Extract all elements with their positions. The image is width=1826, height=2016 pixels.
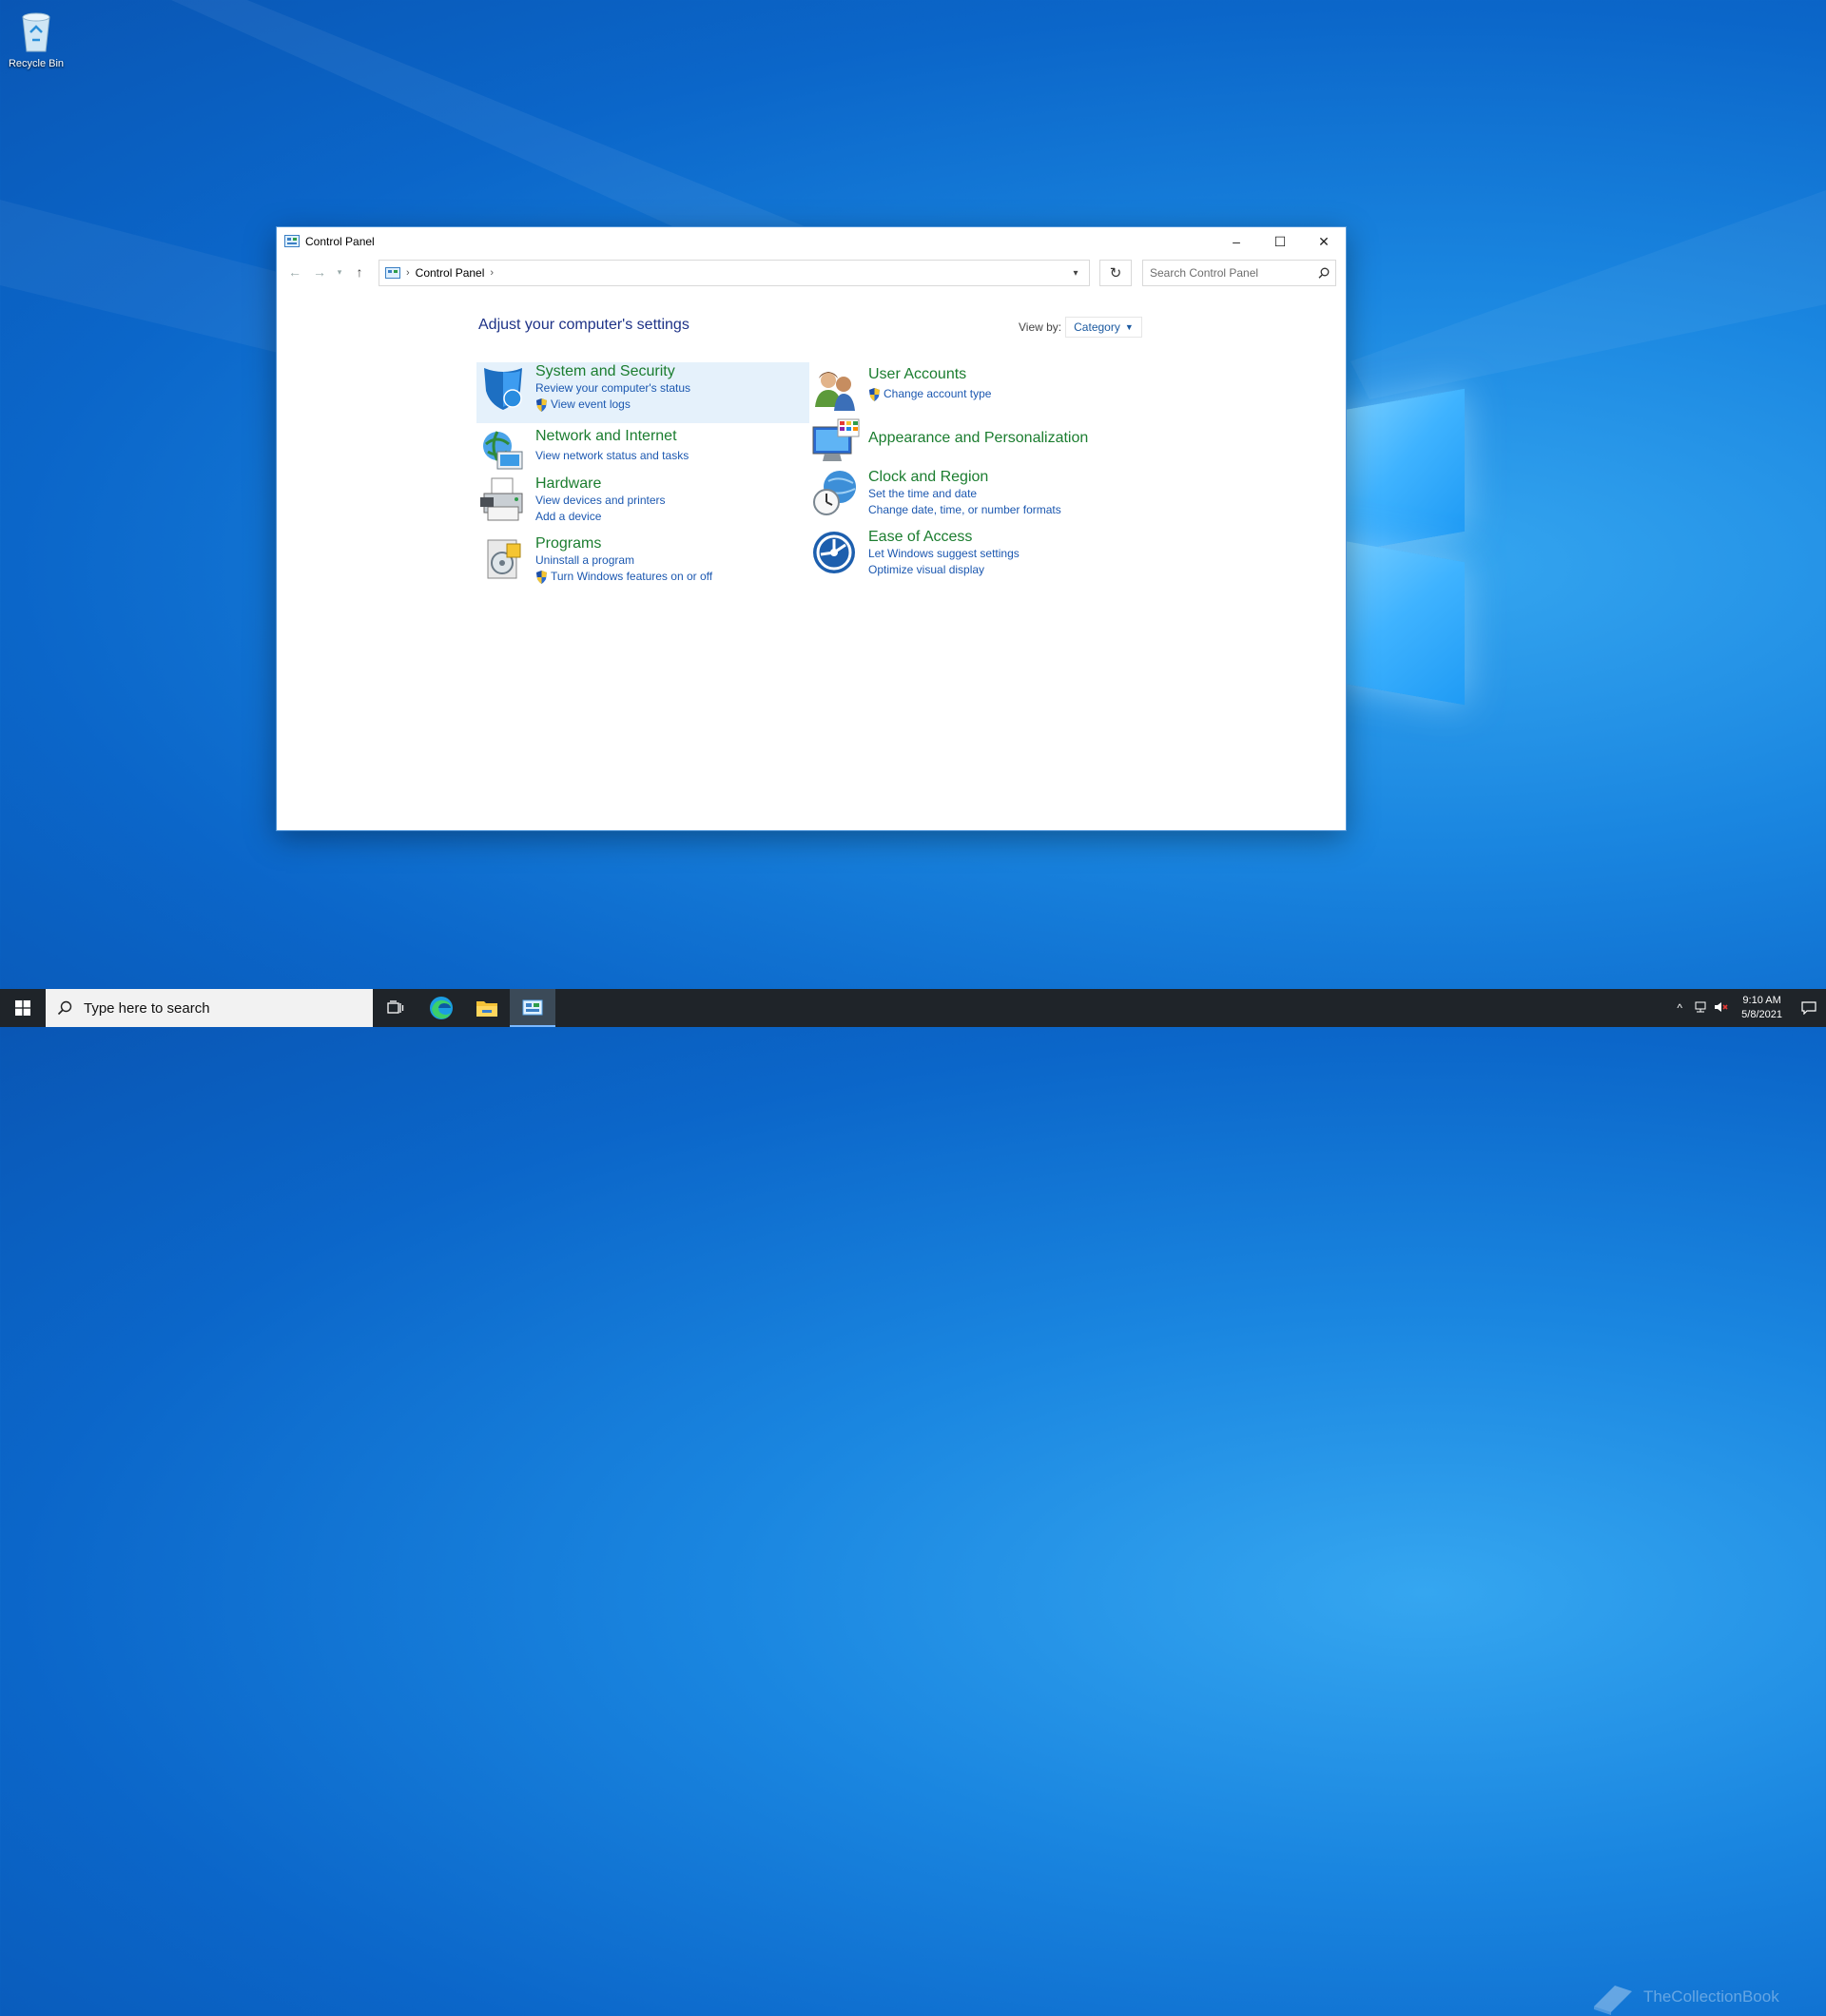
start-button[interactable] [0,989,46,1027]
clock-date: 5/8/2021 [1741,1009,1782,1020]
taskbar-search-box[interactable]: Type here to search [46,989,373,1027]
shield-icon[interactable] [478,362,528,412]
search-icon [46,1000,84,1016]
recycle-bin[interactable]: Recycle Bin [4,8,68,69]
notifications-icon[interactable] [1792,1001,1826,1015]
category-user-accounts: User Accounts Change account type [811,365,991,415]
category-appearance-and-personalization: Appearance and Personalization [811,417,1088,467]
clock-globe-icon[interactable] [811,468,861,517]
up-arrow-icon[interactable]: ↑ [347,260,372,284]
search-input[interactable]: Search Control Panel [1142,260,1336,286]
task-view-icon[interactable] [373,989,418,1027]
refresh-icon[interactable]: ↻ [1099,260,1132,286]
close-button[interactable]: ✕ [1302,227,1346,256]
globe-network-icon[interactable] [478,427,528,476]
monitor-palette-icon[interactable] [811,417,861,467]
clock[interactable]: 9:10 AM 5/8/2021 [1741,994,1782,1022]
navigation-bar: ← → ▾ ↑ › Control Panel › ▾ ↻ Search Con… [277,256,1346,288]
page-title: Adjust your computer's settings [478,317,690,333]
category-ease-of-access: Ease of Access Let Windows suggest setti… [811,528,1020,578]
uac-shield-icon [869,387,880,401]
category-title[interactable]: User Accounts [868,365,991,383]
programs-icon[interactable] [478,534,528,584]
view-by-dropdown[interactable]: Category ▼ [1065,317,1142,338]
recent-locations-chevron-icon[interactable]: ▾ [332,260,347,284]
system-tray: ^ 9:10 AM 5/8/2021 [1669,989,1826,1027]
minimize-button[interactable]: – [1214,227,1258,256]
category-clock-and-region: Clock and Region Set the time and date C… [811,468,1061,518]
link-view-network-status[interactable]: View network status and tasks [535,448,689,464]
link-view-devices[interactable]: View devices and printers [535,493,666,509]
category-title[interactable]: Hardware [535,475,666,493]
link-view-event-logs[interactable]: View event logs [535,397,690,413]
control-panel-icon [385,267,400,279]
chevron-down-icon: ▼ [1124,322,1134,332]
link-change-account-type[interactable]: Change account type [868,386,991,402]
breadcrumb-control-panel[interactable]: Control Panel [416,266,485,280]
edge-browser-icon[interactable] [418,989,464,1027]
users-icon[interactable] [811,365,861,415]
category-title[interactable]: Clock and Region [868,468,1061,486]
category-network-and-internet: Network and Internet View network status… [478,427,689,476]
title-bar[interactable]: Control Panel – ☐ ✕ [277,227,1346,256]
link-windows-suggest[interactable]: Let Windows suggest settings [868,546,1020,562]
volume-muted-icon[interactable] [1711,1000,1732,1017]
watermark: TheCollectionBook [1588,1978,1779,2016]
book-icon [1594,1986,1632,2015]
forward-arrow-icon[interactable]: → [307,260,332,284]
address-dropdown-icon[interactable]: ▾ [1062,261,1089,285]
ease-of-access-icon[interactable] [811,528,861,577]
control-panel-taskbar-icon[interactable] [510,989,555,1027]
category-title[interactable]: System and Security [535,362,690,380]
uac-shield-icon [536,397,547,412]
category-title[interactable]: Ease of Access [868,528,1020,546]
category-title[interactable]: Appearance and Personalization [868,429,1088,447]
address-bar[interactable]: › Control Panel › ▾ [379,260,1090,286]
network-icon[interactable] [1690,1000,1711,1017]
link-add-device[interactable]: Add a device [535,509,666,525]
control-panel-icon [284,235,300,247]
search-icon[interactable] [1312,267,1335,279]
recycle-bin-icon [22,12,50,52]
printer-icon[interactable] [478,475,528,524]
recycle-bin-label: Recycle Bin [8,58,65,69]
uac-shield-icon [536,570,547,584]
breadcrumb-chevron-icon[interactable]: › [406,267,410,279]
view-by-label: View by: [1019,320,1062,334]
windows-start-icon [15,1000,30,1016]
clock-time: 9:10 AM [1742,995,1781,1006]
back-arrow-icon[interactable]: ← [282,260,307,284]
category-system-and-security: System and Security Review your computer… [478,362,690,413]
category-title[interactable]: Programs [535,534,712,552]
show-hidden-icons-chevron-icon[interactable]: ^ [1669,1001,1690,1015]
category-hardware: Hardware View devices and printers Add a… [478,475,666,525]
link-windows-features[interactable]: Turn Windows features on or off [535,569,712,585]
maximize-button[interactable]: ☐ [1258,227,1302,256]
view-by: View by: Category ▼ [1019,317,1142,338]
breadcrumb-chevron-icon[interactable]: › [490,267,494,279]
link-change-formats[interactable]: Change date, time, or number formats [868,502,1061,518]
link-optimize-display[interactable]: Optimize visual display [868,562,1020,578]
taskbar-search-placeholder: Type here to search [84,999,210,1017]
control-panel-window: Control Panel – ☐ ✕ ← → ▾ ↑ › Control Pa… [276,226,1347,831]
search-placeholder: Search Control Panel [1150,266,1259,280]
category-programs: Programs Uninstall a program Turn Window… [478,534,712,585]
window-title: Control Panel [305,235,375,248]
taskbar: Type here to search TheCollectionBook ^ … [0,989,1826,2015]
view-by-value: Category [1074,320,1120,334]
link-uninstall-program[interactable]: Uninstall a program [535,552,712,569]
file-explorer-icon[interactable] [464,989,510,1027]
link-review-status[interactable]: Review your computer's status [535,380,690,397]
category-title[interactable]: Network and Internet [535,427,689,445]
link-set-time-date[interactable]: Set the time and date [868,486,1061,502]
